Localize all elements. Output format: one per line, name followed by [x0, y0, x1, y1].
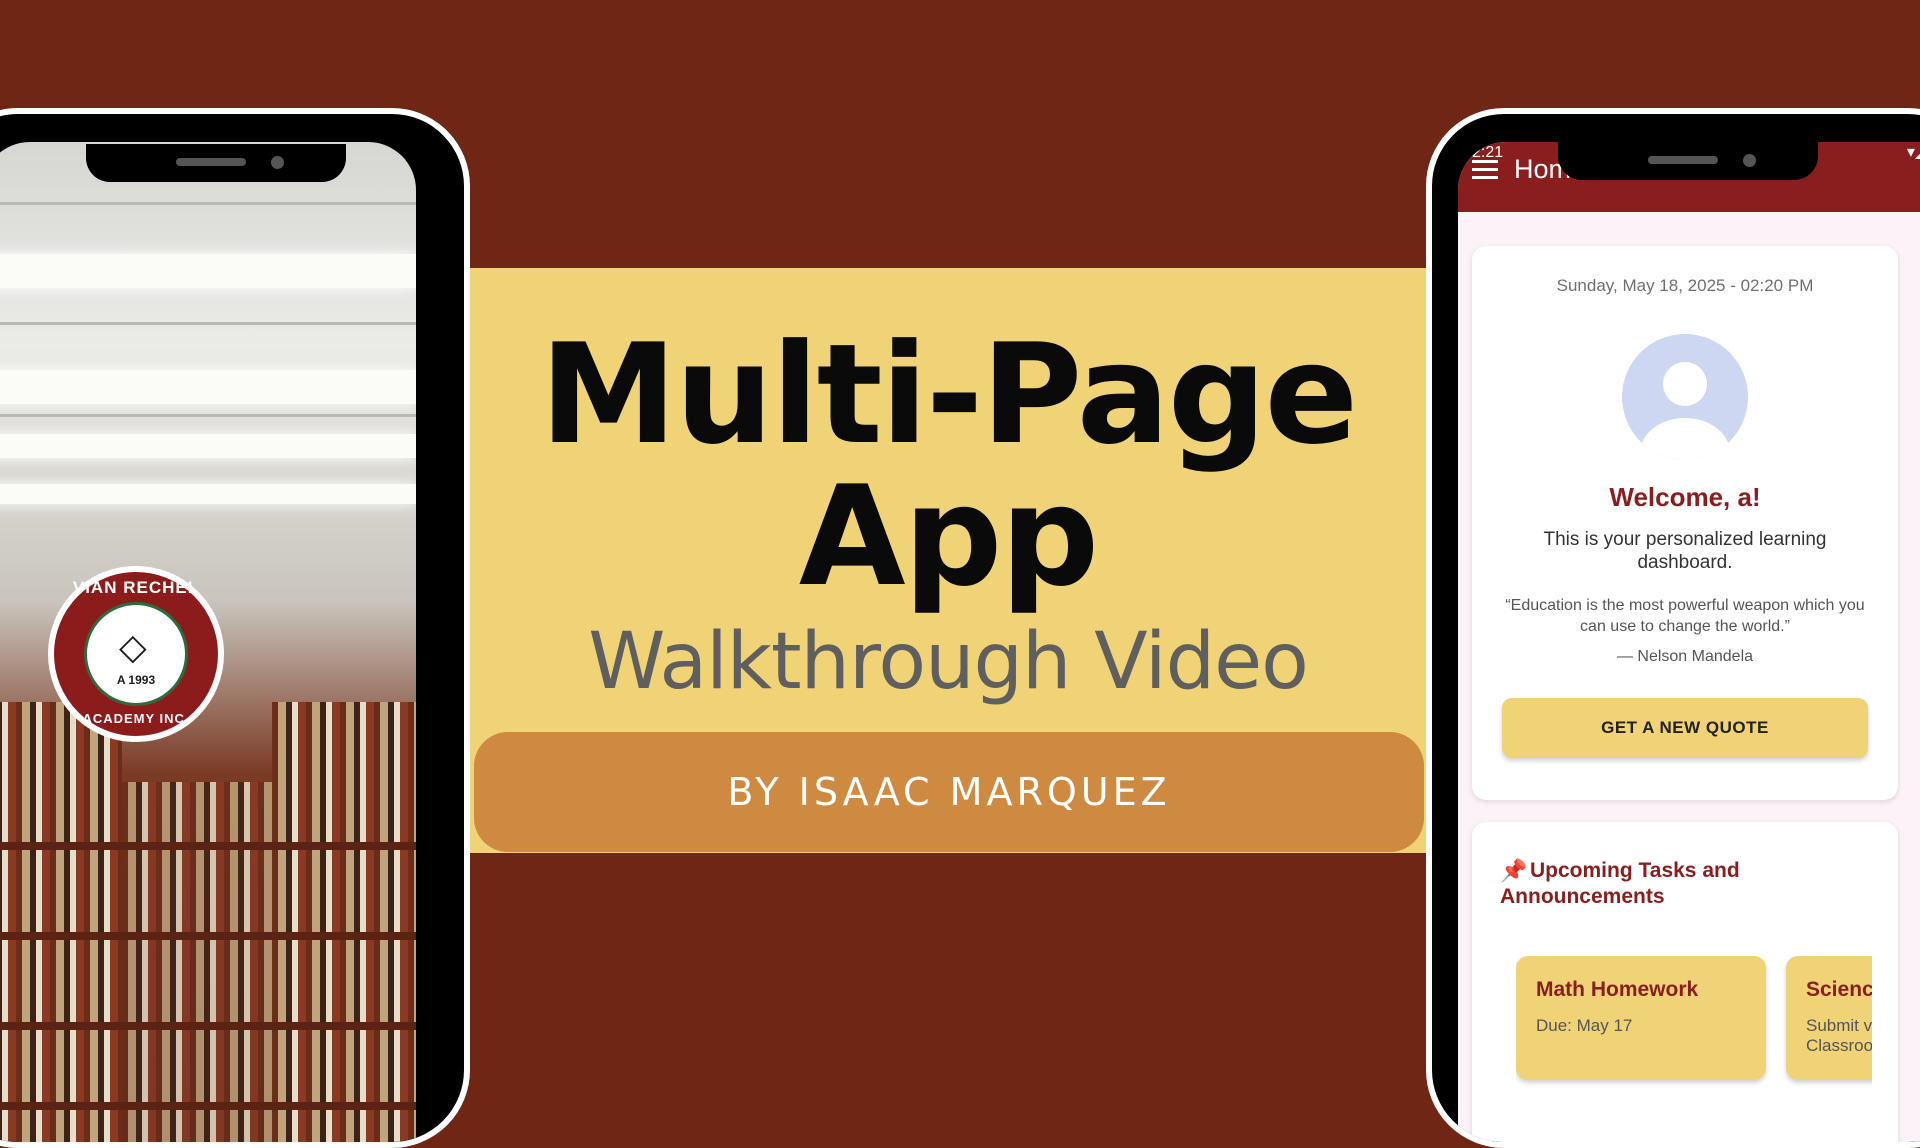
speaker-grill	[176, 158, 246, 166]
library-photo: VIAN RECHEL ◇ A 1993 ACADEMY INC.	[0, 142, 416, 1142]
right-phone: 2:21 ▾◢▮ Home Sunday, May 18, 2025 - 02:…	[1426, 108, 1920, 1148]
tasks-card: 📌 Upcoming Tasks and Announcements Math …	[1472, 822, 1898, 1142]
diamond-icon: ◇	[119, 626, 147, 667]
phone-notch	[86, 144, 346, 182]
title-line-1: Multi-Page	[539, 314, 1358, 475]
phone-notch	[1558, 142, 1818, 180]
task-detail: Due: May 17	[1536, 1016, 1633, 1035]
speaker-grill	[1648, 156, 1718, 164]
hamburger-menu-icon[interactable]	[1472, 160, 1498, 180]
seal-inner: ◇ A 1993	[84, 602, 188, 706]
front-camera	[1743, 154, 1756, 167]
front-camera	[271, 156, 284, 169]
dashboard-card: Sunday, May 18, 2025 - 02:20 PM Welcome,…	[1472, 246, 1898, 800]
left-phone: VIAN RECHEL ◇ A 1993 ACADEMY INC.	[0, 108, 470, 1148]
academy-seal-logo: VIAN RECHEL ◇ A 1993 ACADEMY INC.	[48, 566, 224, 742]
task-carousel[interactable]: Math Homework Due: May 17 Science Submit…	[1516, 956, 1872, 1096]
date-time: Sunday, May 18, 2025 - 02:20 PM	[1556, 276, 1814, 295]
welcome-heading: Welcome, a!	[1609, 482, 1761, 512]
seal-top-text: VIAN RECHEL	[72, 578, 200, 597]
task-card[interactable]: Math Homework Due: May 17	[1516, 956, 1766, 1080]
signal-battery-icon: ▾◢▮	[1906, 144, 1920, 161]
subtitle: Walkthrough Video	[588, 617, 1309, 707]
task-title: Science	[1806, 978, 1872, 1001]
task-card[interactable]: Science Submit via Classroom	[1786, 956, 1872, 1080]
title-line-2: App	[798, 456, 1099, 617]
byline-banner: BY ISAAC MARQUEZ	[474, 732, 1424, 852]
task-title: Math Homework	[1536, 978, 1699, 1001]
avatar-head	[1663, 362, 1707, 406]
dashboard-description: This is your personalized learning dashb…	[1543, 529, 1827, 574]
seal-year: A 1993	[116, 673, 156, 687]
get-new-quote-button[interactable]: GET A NEW QUOTE	[1502, 698, 1868, 758]
quote-author: — Nelson Mandela	[1616, 648, 1754, 665]
avatar-body	[1640, 418, 1730, 460]
avatar	[1622, 334, 1748, 460]
tasks-heading: Upcoming Tasks and Announcements	[1500, 859, 1740, 909]
task-detail: Submit via Classroom	[1806, 1016, 1872, 1056]
seal-bottom-text: ACADEMY INC.	[82, 711, 190, 726]
app-screen: 2:21 ▾◢▮ Home Sunday, May 18, 2025 - 02:…	[1458, 142, 1920, 1142]
quote-text: “Education is the most powerful weapon w…	[1505, 597, 1865, 635]
